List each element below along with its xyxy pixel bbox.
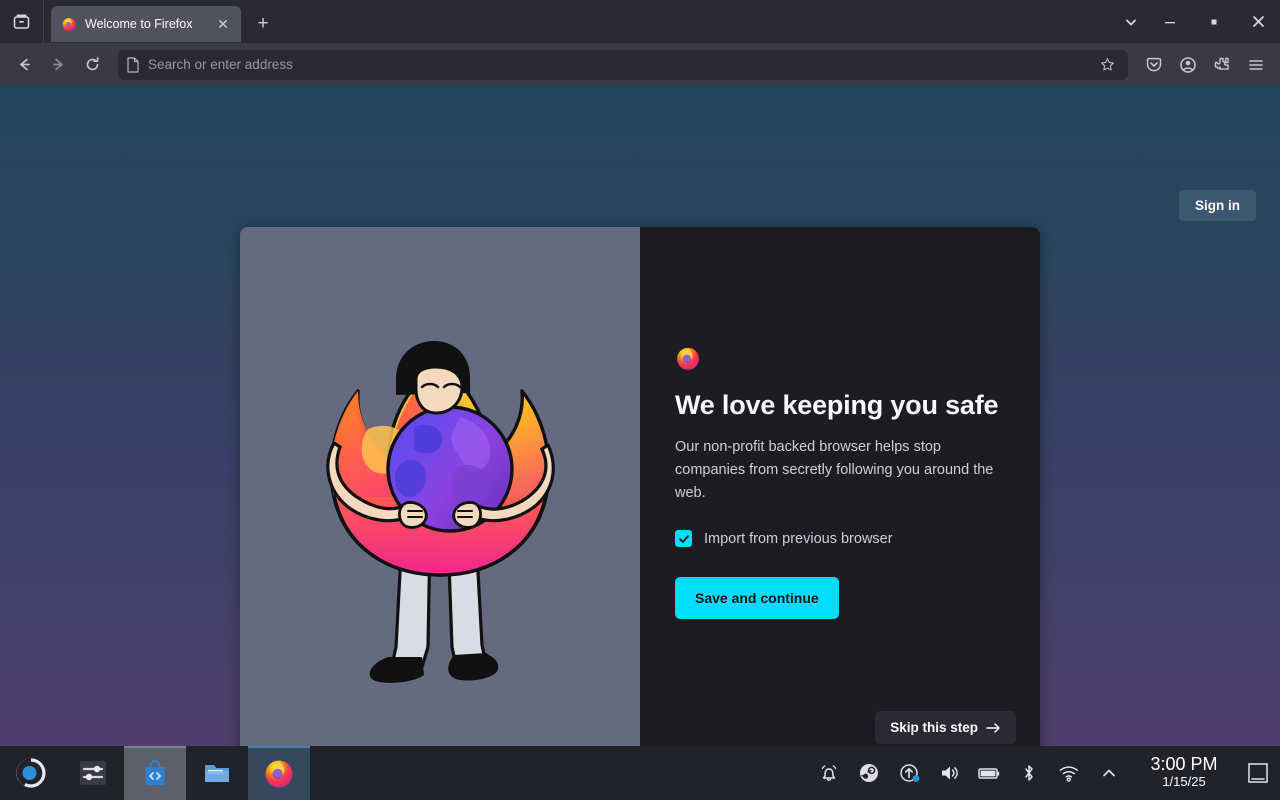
bookmark-star-icon[interactable] [1094,52,1120,78]
show-desktop-icon [1245,760,1271,786]
chevron-down-icon [1124,15,1138,29]
import-checkbox-row[interactable]: Import from previous browser [675,530,1005,547]
save-and-continue-button[interactable]: Save and continue [675,577,839,619]
sign-in-button[interactable]: Sign in [1179,190,1256,221]
address-bar-placeholder: Search or enter address [148,57,1086,72]
reload-button[interactable] [76,49,108,81]
onboarding-content-panel: We love keeping you safe Our non-profit … [640,227,1040,776]
notifications-button[interactable] [810,746,848,800]
file-manager-icon [202,758,232,788]
bluetooth-icon [1020,763,1038,783]
skip-button-label: Skip this step [890,720,978,735]
forward-arrow-icon [50,56,67,73]
extensions-icon [1213,56,1231,74]
system-tray [810,746,1132,800]
person-hugging-globe-illustration [310,317,570,687]
show-hidden-icons-button[interactable] [1090,746,1128,800]
show-desktop-button[interactable] [1236,746,1280,800]
checkmark-icon [678,533,690,545]
onboarding-illustration-panel [240,227,640,776]
account-button[interactable] [1172,49,1204,81]
pocket-icon [1145,56,1163,74]
back-arrow-icon [16,56,33,73]
new-tab-button[interactable]: + [247,8,279,40]
taskbar-settings-button[interactable] [62,746,124,800]
app-menu-button[interactable] [1240,49,1272,81]
taskbar-file-manager-button[interactable] [186,746,248,800]
bluetooth-button[interactable] [1010,746,1048,800]
settings-icon [78,758,108,788]
page-content: Sign in [0,86,1280,746]
battery-button[interactable] [970,746,1008,800]
firefox-view-button[interactable] [0,0,44,43]
import-checkbox-label: Import from previous browser [704,531,893,547]
window-close-button[interactable] [1236,0,1280,43]
taskbar-software-store-button[interactable] [124,746,186,800]
menu-icon [1247,56,1265,74]
back-button[interactable] [8,49,40,81]
start-orb-icon [16,758,46,788]
volume-icon [939,763,960,783]
import-checkbox[interactable] [675,530,692,547]
taskbar: 3:00 PM 1/15/25 [0,746,1280,800]
taskbar-start-button[interactable] [0,746,62,800]
wifi-button[interactable] [1050,746,1088,800]
taskbar-firefox-button[interactable] [248,746,310,800]
clock-time: 3:00 PM [1150,755,1217,775]
clock-date: 1/15/25 [1162,774,1205,791]
tab-title: Welcome to Firefox [85,17,205,31]
extensions-button[interactable] [1206,49,1238,81]
maximize-icon [1208,16,1220,28]
window-minimize-button[interactable] [1148,0,1192,43]
reload-icon [84,56,101,73]
firefox-logo [675,345,701,371]
software-update-icon [899,763,920,784]
firefox-icon [263,757,295,789]
star-icon [1100,57,1115,72]
arrow-right-icon [986,722,1001,734]
list-all-tabs-button[interactable] [1114,0,1148,43]
software-update-button[interactable] [890,746,928,800]
chevron-up-icon [1100,764,1118,782]
minimize-icon [1164,16,1176,28]
tab-strip: Welcome to Firefox ✕ + [0,0,1280,43]
taskbar-clock[interactable]: 3:00 PM 1/15/25 [1132,746,1236,800]
wifi-icon [1058,763,1080,783]
steam-icon [859,763,879,783]
steam-button[interactable] [850,746,888,800]
account-icon [1179,56,1197,74]
skip-this-step-button[interactable]: Skip this step [875,711,1016,744]
firefox-icon [61,16,77,32]
browser-tab-active[interactable]: Welcome to Firefox ✕ [51,6,241,42]
pocket-button[interactable] [1138,49,1170,81]
window-maximize-button[interactable] [1192,0,1236,43]
screen: Welcome to Firefox ✕ + [0,0,1280,800]
battery-icon [977,763,1001,783]
volume-button[interactable] [930,746,968,800]
tab-close-icon[interactable]: ✕ [213,14,233,34]
notifications-icon [819,763,839,783]
navigation-toolbar: Search or enter address [0,43,1280,86]
software-store-icon [140,758,170,788]
page-title: We love keeping you safe [675,390,1005,420]
page-icon [126,57,140,73]
page-subtitle: Our non-profit backed browser helps stop… [675,436,1005,504]
firefox-view-icon [13,13,30,30]
close-icon [1252,15,1265,28]
forward-button[interactable] [42,49,74,81]
onboarding-card: We love keeping you safe Our non-profit … [240,227,1040,776]
address-bar[interactable]: Search or enter address [118,50,1128,80]
